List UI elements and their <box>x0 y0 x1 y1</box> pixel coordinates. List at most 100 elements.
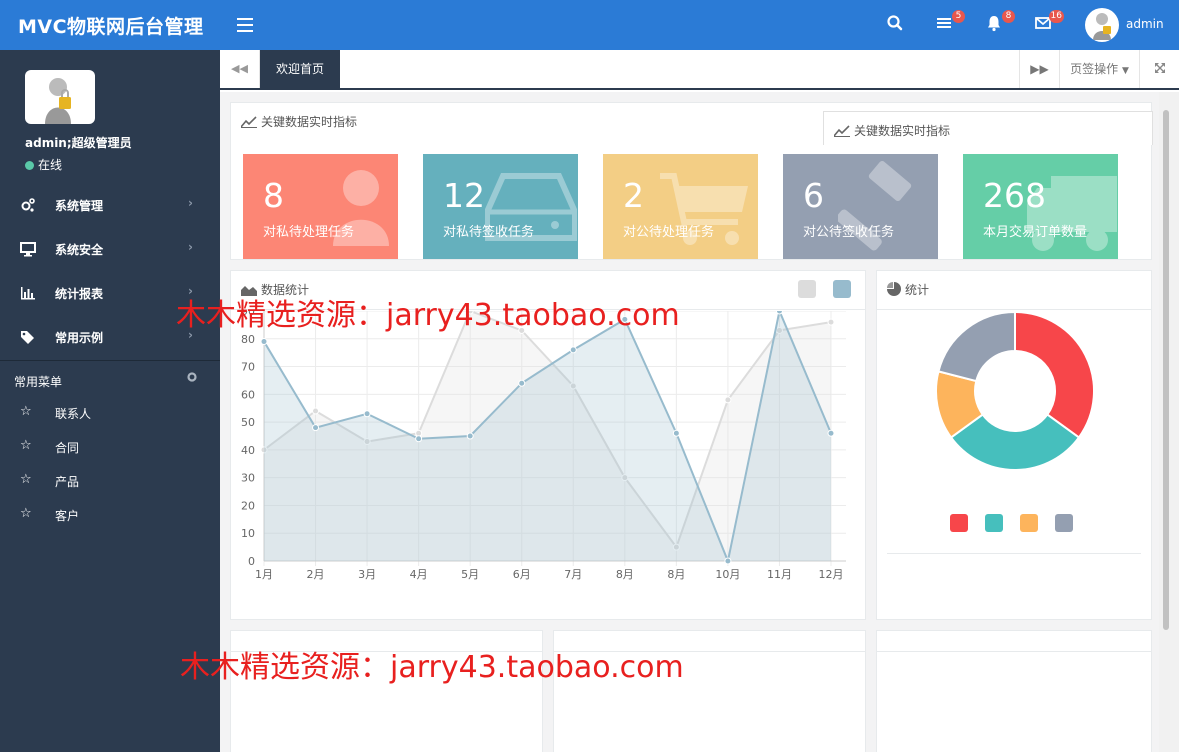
kpi-value: 268 <box>983 176 1046 215</box>
kpi-floating-tab[interactable]: 关键数据实时指标 <box>823 111 1153 145</box>
data-point <box>775 311 783 315</box>
user-avatar[interactable] <box>1085 8 1119 42</box>
pie-slice-4 <box>937 311 1016 383</box>
data-point <box>518 379 526 387</box>
chevron-right-icon: › <box>188 240 193 254</box>
online-dot-icon <box>25 161 34 170</box>
scrollbar-thumb[interactable] <box>1163 110 1169 630</box>
tab-scroll-left-icon[interactable]: ◀◀ <box>220 50 260 88</box>
panel-divider <box>887 553 1141 554</box>
header-username[interactable]: admin <box>1126 17 1164 31</box>
legend-swatch-series1 <box>798 280 816 298</box>
line-chart-icon <box>833 125 850 137</box>
favorites-list: ☆ 联系人 ☆ 合同 ☆ 产品 ☆ 客户 <box>0 396 220 532</box>
panel-divider <box>877 309 1151 310</box>
watermark-text: 木木精选资源：jarry43.taobao.com <box>176 298 680 333</box>
pie-chart-panel: 统计 <box>876 270 1152 620</box>
kpi-card-private-receive[interactable]: 12 对私待签收任务 <box>423 154 578 259</box>
sidebar-item-label: 常用示例 <box>55 331 104 345</box>
data-point <box>569 346 577 354</box>
x-tick-label: 8月 <box>667 568 685 581</box>
pie-legend-swatch-3 <box>1020 514 1038 532</box>
sidebar-item-label: 系统安全 <box>55 243 104 257</box>
fav-item-contacts[interactable]: ☆ 联系人 <box>0 396 220 430</box>
data-point <box>466 432 474 440</box>
kpi-panel: 关键数据实时指标 关键数据实时指标 8 对私待处理任务 12 对私待签收任务 2… <box>230 102 1153 260</box>
x-tick-label: 3月 <box>358 568 376 581</box>
pie-chart-title-text: 统计 <box>905 283 930 297</box>
kpi-value: 2 <box>623 176 644 215</box>
y-tick-label: 80 <box>241 333 255 346</box>
menu-toggle-icon[interactable] <box>237 14 253 36</box>
doughnut-chart <box>935 311 1095 532</box>
kpi-label: 对公待处理任务 <box>623 225 715 240</box>
gavel-icon <box>838 160 912 251</box>
y-tick-label: 30 <box>241 472 255 485</box>
tab-scroll-right-icon[interactable]: ▶▶ <box>1019 50 1059 88</box>
tab-home[interactable]: 欢迎首页 <box>260 50 340 88</box>
sidebar-item-label: 统计报表 <box>55 287 104 301</box>
watermark-text: 木木精选资源：jarry43.taobao.com <box>180 650 684 685</box>
x-tick-label: 4月 <box>410 568 428 581</box>
tab-operations-label: 页签操作 <box>1070 62 1119 76</box>
y-tick-label: 70 <box>241 361 255 374</box>
kpi-card-private-pending[interactable]: 8 对私待处理任务 <box>243 154 398 259</box>
envelope-icon[interactable]: 16 <box>1034 10 1064 36</box>
line-chart-icon <box>240 116 257 128</box>
top-header: MVC物联网后台管理 5 8 16 admin <box>0 0 1179 50</box>
bell-icon[interactable]: 8 <box>985 10 1015 36</box>
sidebar-divider <box>0 360 220 361</box>
data-point <box>827 318 835 326</box>
kpi-label: 对私待签收任务 <box>443 225 535 240</box>
gears-icon <box>21 198 35 212</box>
data-point <box>724 396 732 404</box>
fullscreen-icon[interactable] <box>1139 50 1179 88</box>
fav-item-customers[interactable]: ☆ 客户 <box>0 498 220 532</box>
data-point <box>312 424 320 432</box>
fav-item-label: 合同 <box>55 441 80 455</box>
data-point <box>312 407 320 415</box>
y-tick-label: 20 <box>241 499 255 512</box>
line-chart: 01020304050607080901月 2月 3月 4月 5月 6月 7月 8月 8月 10月… <box>241 311 846 581</box>
tags-icon <box>21 331 34 344</box>
x-tick-label: 12月 <box>819 568 844 581</box>
tabs-bar: ◀◀ 欢迎首页 ▶▶ 页签操作 ▼ <box>220 50 1179 90</box>
kpi-label: 对私待处理任务 <box>263 225 355 240</box>
fav-item-contracts[interactable]: ☆ 合同 <box>0 430 220 464</box>
pie-chart-title: 统计 <box>887 281 929 298</box>
fav-item-products[interactable]: ☆ 产品 <box>0 464 220 498</box>
tab-operations-dropdown[interactable]: 页签操作 ▼ <box>1059 50 1139 88</box>
favorites-title: 常用菜单 <box>14 375 63 389</box>
pie-legend-swatch-4 <box>1055 514 1073 532</box>
tasks-icon[interactable]: 5 <box>935 10 965 36</box>
kpi-card-monthly-orders[interactable]: 268 本月交易订单数量 <box>963 154 1118 259</box>
y-tick-label: 60 <box>241 388 255 401</box>
star-icon: ☆ <box>20 404 32 419</box>
pie-legend-swatch-2 <box>985 514 1003 532</box>
y-tick-label: 0 <box>248 555 255 568</box>
kpi-card-public-receive[interactable]: 6 对公待签收任务 <box>783 154 938 259</box>
x-tick-label: 7月 <box>564 568 582 581</box>
data-point <box>827 429 835 437</box>
chevron-right-icon: › <box>188 196 193 210</box>
kpi-value: 12 <box>443 176 485 215</box>
kpi-value: 6 <box>803 176 824 215</box>
search-icon[interactable] <box>886 14 908 36</box>
content-scrollbar[interactable] <box>1159 92 1179 752</box>
data-point <box>260 338 268 346</box>
x-tick-label: 11月 <box>767 568 792 581</box>
y-tick-label: 10 <box>241 527 255 540</box>
data-point <box>672 429 680 437</box>
y-tick-label: 50 <box>241 416 255 429</box>
data-point <box>415 435 423 443</box>
legend-swatch-series2 <box>833 280 851 298</box>
pie-chart-icon <box>887 282 901 296</box>
sidebar-item-label: 系统管理 <box>55 199 104 213</box>
sidebar-item-security[interactable]: 系统安全 › <box>0 227 220 271</box>
pie-legend-swatch-1 <box>950 514 968 532</box>
gear-icon[interactable] <box>186 371 198 383</box>
sidebar-item-system[interactable]: 系统管理 › <box>0 183 220 227</box>
kpi-card-public-pending[interactable]: 2 对公待处理任务 <box>603 154 758 259</box>
kpi-panel-title: 关键数据实时指标 <box>240 113 357 130</box>
data-point <box>363 410 371 418</box>
